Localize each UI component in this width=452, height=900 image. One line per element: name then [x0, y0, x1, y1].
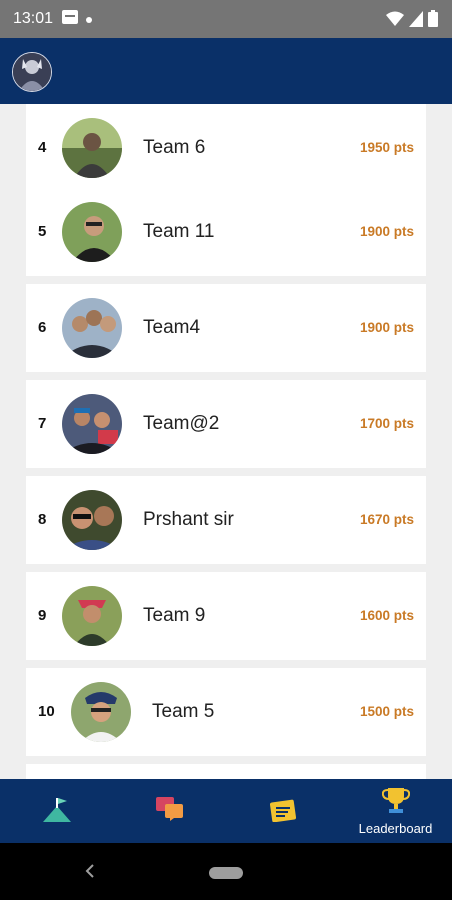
nav-item-leaderboard[interactable]: Leaderboard: [339, 779, 452, 843]
nav-item-notes[interactable]: [226, 779, 339, 843]
leaderboard-list[interactable]: 4 Team 6 1950 pts 5 Team 11 1900 pts 6 T…: [0, 104, 452, 779]
bottom-nav: Leaderboard: [0, 779, 452, 843]
back-icon[interactable]: [84, 863, 96, 884]
leaderboard-row[interactable]: 9 Team 9 1600 pts: [26, 572, 426, 660]
trophy-icon: [381, 788, 410, 819]
home-pill[interactable]: [209, 867, 243, 879]
team-name: Team 6: [143, 137, 206, 158]
team-avatar: [62, 394, 122, 454]
status-bar: 13:01: [0, 0, 452, 38]
wifi-icon: [386, 11, 404, 32]
leaderboard-row[interactable]: 7 Team@2 1700 pts: [26, 380, 426, 468]
status-left-icons: [62, 9, 92, 29]
battery-icon: [428, 10, 438, 32]
team-points: 1700 pts: [359, 416, 414, 431]
notes-icon: [269, 798, 296, 827]
leaderboard-row[interactable]: 5 Team 11 1900 pts: [26, 188, 426, 276]
rank-number: 9: [38, 607, 47, 624]
profile-avatar[interactable]: [12, 52, 52, 92]
leaderboard-row-partial[interactable]: [26, 764, 426, 779]
system-nav-bar: [0, 843, 452, 900]
team-points: 1900 pts: [359, 320, 414, 335]
app-bar: [0, 38, 452, 104]
team-points: 1670 pts: [359, 512, 414, 527]
team-points: 1900 pts: [359, 224, 414, 239]
team-points: 1950 pts: [359, 140, 414, 155]
nav-item-challenges[interactable]: [0, 779, 113, 843]
leaderboard-row[interactable]: 8 Prshant sir 1670 pts: [26, 476, 426, 564]
leaderboard-row[interactable]: 10 Team 5 1500 pts: [26, 668, 426, 756]
team-name: Team4: [143, 317, 201, 338]
signal-icon: [409, 10, 423, 32]
nav-label-leaderboard: Leaderboard: [358, 821, 433, 836]
team-name: Prshant sir: [143, 509, 234, 530]
team-points: 1500 pts: [359, 704, 414, 719]
team-avatar: [62, 490, 122, 550]
team-avatar: [62, 586, 122, 646]
notification-icon: [62, 9, 78, 29]
leaderboard-row[interactable]: 6 Team4 1900 pts: [26, 284, 426, 372]
team-avatar: [71, 682, 131, 742]
flag-mountain-icon: [42, 798, 71, 827]
chat-icon: [155, 797, 184, 826]
team-name: Team 9: [143, 605, 206, 626]
team-name: Team 5: [152, 701, 215, 722]
team-name: Team 11: [143, 221, 215, 242]
team-avatar: [62, 298, 122, 358]
rank-number: 8: [38, 511, 47, 528]
nav-item-chat[interactable]: [113, 779, 226, 843]
status-time: 13:01: [13, 10, 54, 27]
rank-number: 10: [38, 703, 55, 720]
team-points: 1600 pts: [359, 608, 414, 623]
rank-number: 6: [38, 319, 47, 336]
rank-number: 4: [38, 139, 47, 156]
rank-number: 7: [38, 415, 47, 432]
leaderboard-row[interactable]: 4 Team 6 1950 pts: [26, 104, 426, 192]
team-avatar: [62, 202, 122, 262]
team-avatar: [62, 118, 122, 178]
rank-number: 5: [38, 223, 47, 240]
status-right-icons: [386, 10, 438, 32]
dot-icon: [86, 10, 92, 28]
team-name: Team@2: [143, 413, 220, 434]
